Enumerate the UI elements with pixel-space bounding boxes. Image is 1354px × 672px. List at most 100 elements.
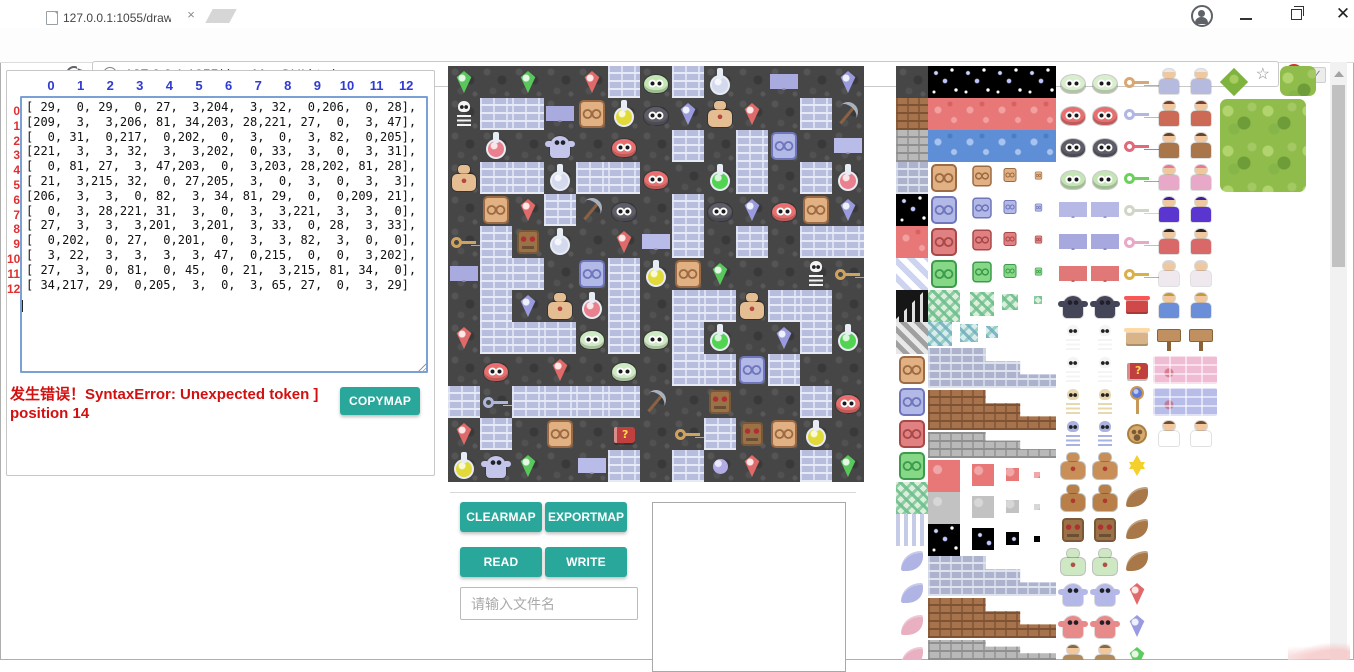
map-tile[interactable] (672, 322, 704, 354)
tileset-door[interactable] (970, 196, 994, 224)
tileset-person[interactable] (1153, 226, 1185, 258)
map-tile[interactable] (672, 162, 704, 194)
tileset-person[interactable] (1185, 66, 1217, 98)
tab-close-icon[interactable]: × (184, 8, 198, 22)
map-tile[interactable] (512, 98, 544, 130)
map-tile[interactable] (800, 130, 832, 162)
tileset-scroll[interactable] (1121, 322, 1153, 354)
tileset-bat[interactable] (1057, 258, 1089, 290)
tileset-redpattern[interactable] (896, 226, 928, 258)
tileset-wing[interactable] (1121, 482, 1153, 514)
map-tile[interactable] (768, 290, 800, 322)
tileset-slime[interactable] (1057, 130, 1089, 162)
tileset-door[interactable] (928, 194, 960, 226)
map-tile[interactable] (576, 322, 608, 354)
map-tile[interactable] (736, 194, 768, 226)
tileset-bars[interactable] (896, 290, 928, 322)
tileset-door[interactable] (1002, 263, 1018, 285)
clearmap-button[interactable]: CLEARMAP (460, 502, 542, 532)
map-tile[interactable] (768, 162, 800, 194)
map-tile[interactable] (576, 418, 608, 450)
map-tile[interactable] (832, 98, 864, 130)
tileset-book[interactable] (1121, 354, 1153, 386)
tileset-cobble[interactable] (896, 162, 928, 194)
tileset-key[interactable] (1121, 194, 1153, 226)
profile-avatar-icon[interactable] (1191, 5, 1213, 27)
tileset-palette[interactable] (896, 66, 1320, 660)
tileset-wing[interactable] (1121, 514, 1153, 546)
tileset-door[interactable] (1002, 167, 1018, 189)
map-tile[interactable] (768, 194, 800, 226)
tileset-skeleton[interactable] (1089, 386, 1121, 418)
map-tile[interactable] (672, 66, 704, 98)
map-tile[interactable] (576, 226, 608, 258)
map-tile[interactable] (512, 66, 544, 98)
map-tile[interactable] (736, 258, 768, 290)
map-tile[interactable] (704, 290, 736, 322)
tileset-stairs[interactable] (896, 322, 928, 354)
map-tile[interactable] (608, 418, 640, 450)
map-tile[interactable] (480, 418, 512, 450)
tileset-wing[interactable] (896, 578, 928, 610)
map-tile[interactable] (736, 98, 768, 130)
tileset-person[interactable] (1089, 642, 1121, 660)
tileset-person[interactable] (1153, 290, 1185, 322)
filename-input[interactable] (460, 587, 638, 620)
map-tile[interactable] (608, 290, 640, 322)
map-tile[interactable] (448, 162, 480, 194)
tileset-ghost[interactable] (1089, 610, 1121, 642)
tileset-bat[interactable] (1057, 194, 1089, 226)
map-tile[interactable] (640, 98, 672, 130)
map-tile[interactable] (704, 354, 736, 386)
tileset-wing[interactable] (896, 546, 928, 578)
map-tile[interactable] (832, 450, 864, 482)
map-tile[interactable] (576, 66, 608, 98)
tileset-door[interactable] (1034, 267, 1043, 281)
tileset-door[interactable] (896, 418, 928, 450)
tileset-wall[interactable] (928, 556, 1056, 596)
map-tile[interactable] (832, 258, 864, 290)
tileset-graystone[interactable] (896, 130, 928, 162)
map-tile[interactable] (544, 386, 576, 418)
tileset-door[interactable] (896, 450, 928, 482)
map-tile[interactable] (800, 226, 832, 258)
map-tile[interactable] (832, 386, 864, 418)
tileset-person[interactable] (1185, 98, 1217, 130)
tileset-person[interactable] (1185, 226, 1217, 258)
tileset-skeleton[interactable] (1057, 322, 1089, 354)
map-canvas[interactable] (448, 66, 864, 482)
tileset-face[interactable] (1057, 514, 1089, 546)
export-output-box[interactable] (652, 502, 846, 672)
tileset-person[interactable] (1153, 98, 1185, 130)
map-tile[interactable] (544, 322, 576, 354)
tileset-golem[interactable] (1057, 546, 1089, 578)
map-tile[interactable] (608, 162, 640, 194)
tileset-bat[interactable] (1089, 226, 1121, 258)
tileset-person[interactable] (1185, 290, 1217, 322)
tileset-door[interactable] (1034, 235, 1043, 249)
tileset-person[interactable] (1153, 162, 1185, 194)
map-tile[interactable] (800, 450, 832, 482)
map-tile[interactable] (448, 226, 480, 258)
map-tile[interactable] (480, 226, 512, 258)
tileset-blackstar[interactable] (896, 194, 928, 226)
map-tile[interactable] (608, 66, 640, 98)
tileset-ghost[interactable] (1057, 610, 1089, 642)
map-tile[interactable] (672, 98, 704, 130)
map-tile[interactable] (640, 322, 672, 354)
tileset-person[interactable] (1185, 258, 1217, 290)
tileset-person[interactable] (1185, 130, 1217, 162)
map-tile[interactable] (608, 226, 640, 258)
tileset-lattice[interactable] (928, 290, 960, 322)
map-tile[interactable] (608, 386, 640, 418)
map-tile[interactable] (512, 450, 544, 482)
tileset-ghost[interactable] (1057, 578, 1089, 610)
map-tile[interactable] (512, 418, 544, 450)
map-tile[interactable] (672, 226, 704, 258)
map-tile[interactable] (544, 450, 576, 482)
map-tile[interactable] (768, 98, 800, 130)
map-tile[interactable] (512, 322, 544, 354)
map-tile[interactable] (736, 418, 768, 450)
map-tile[interactable] (480, 130, 512, 162)
tileset-mip[interactable] (928, 460, 960, 492)
